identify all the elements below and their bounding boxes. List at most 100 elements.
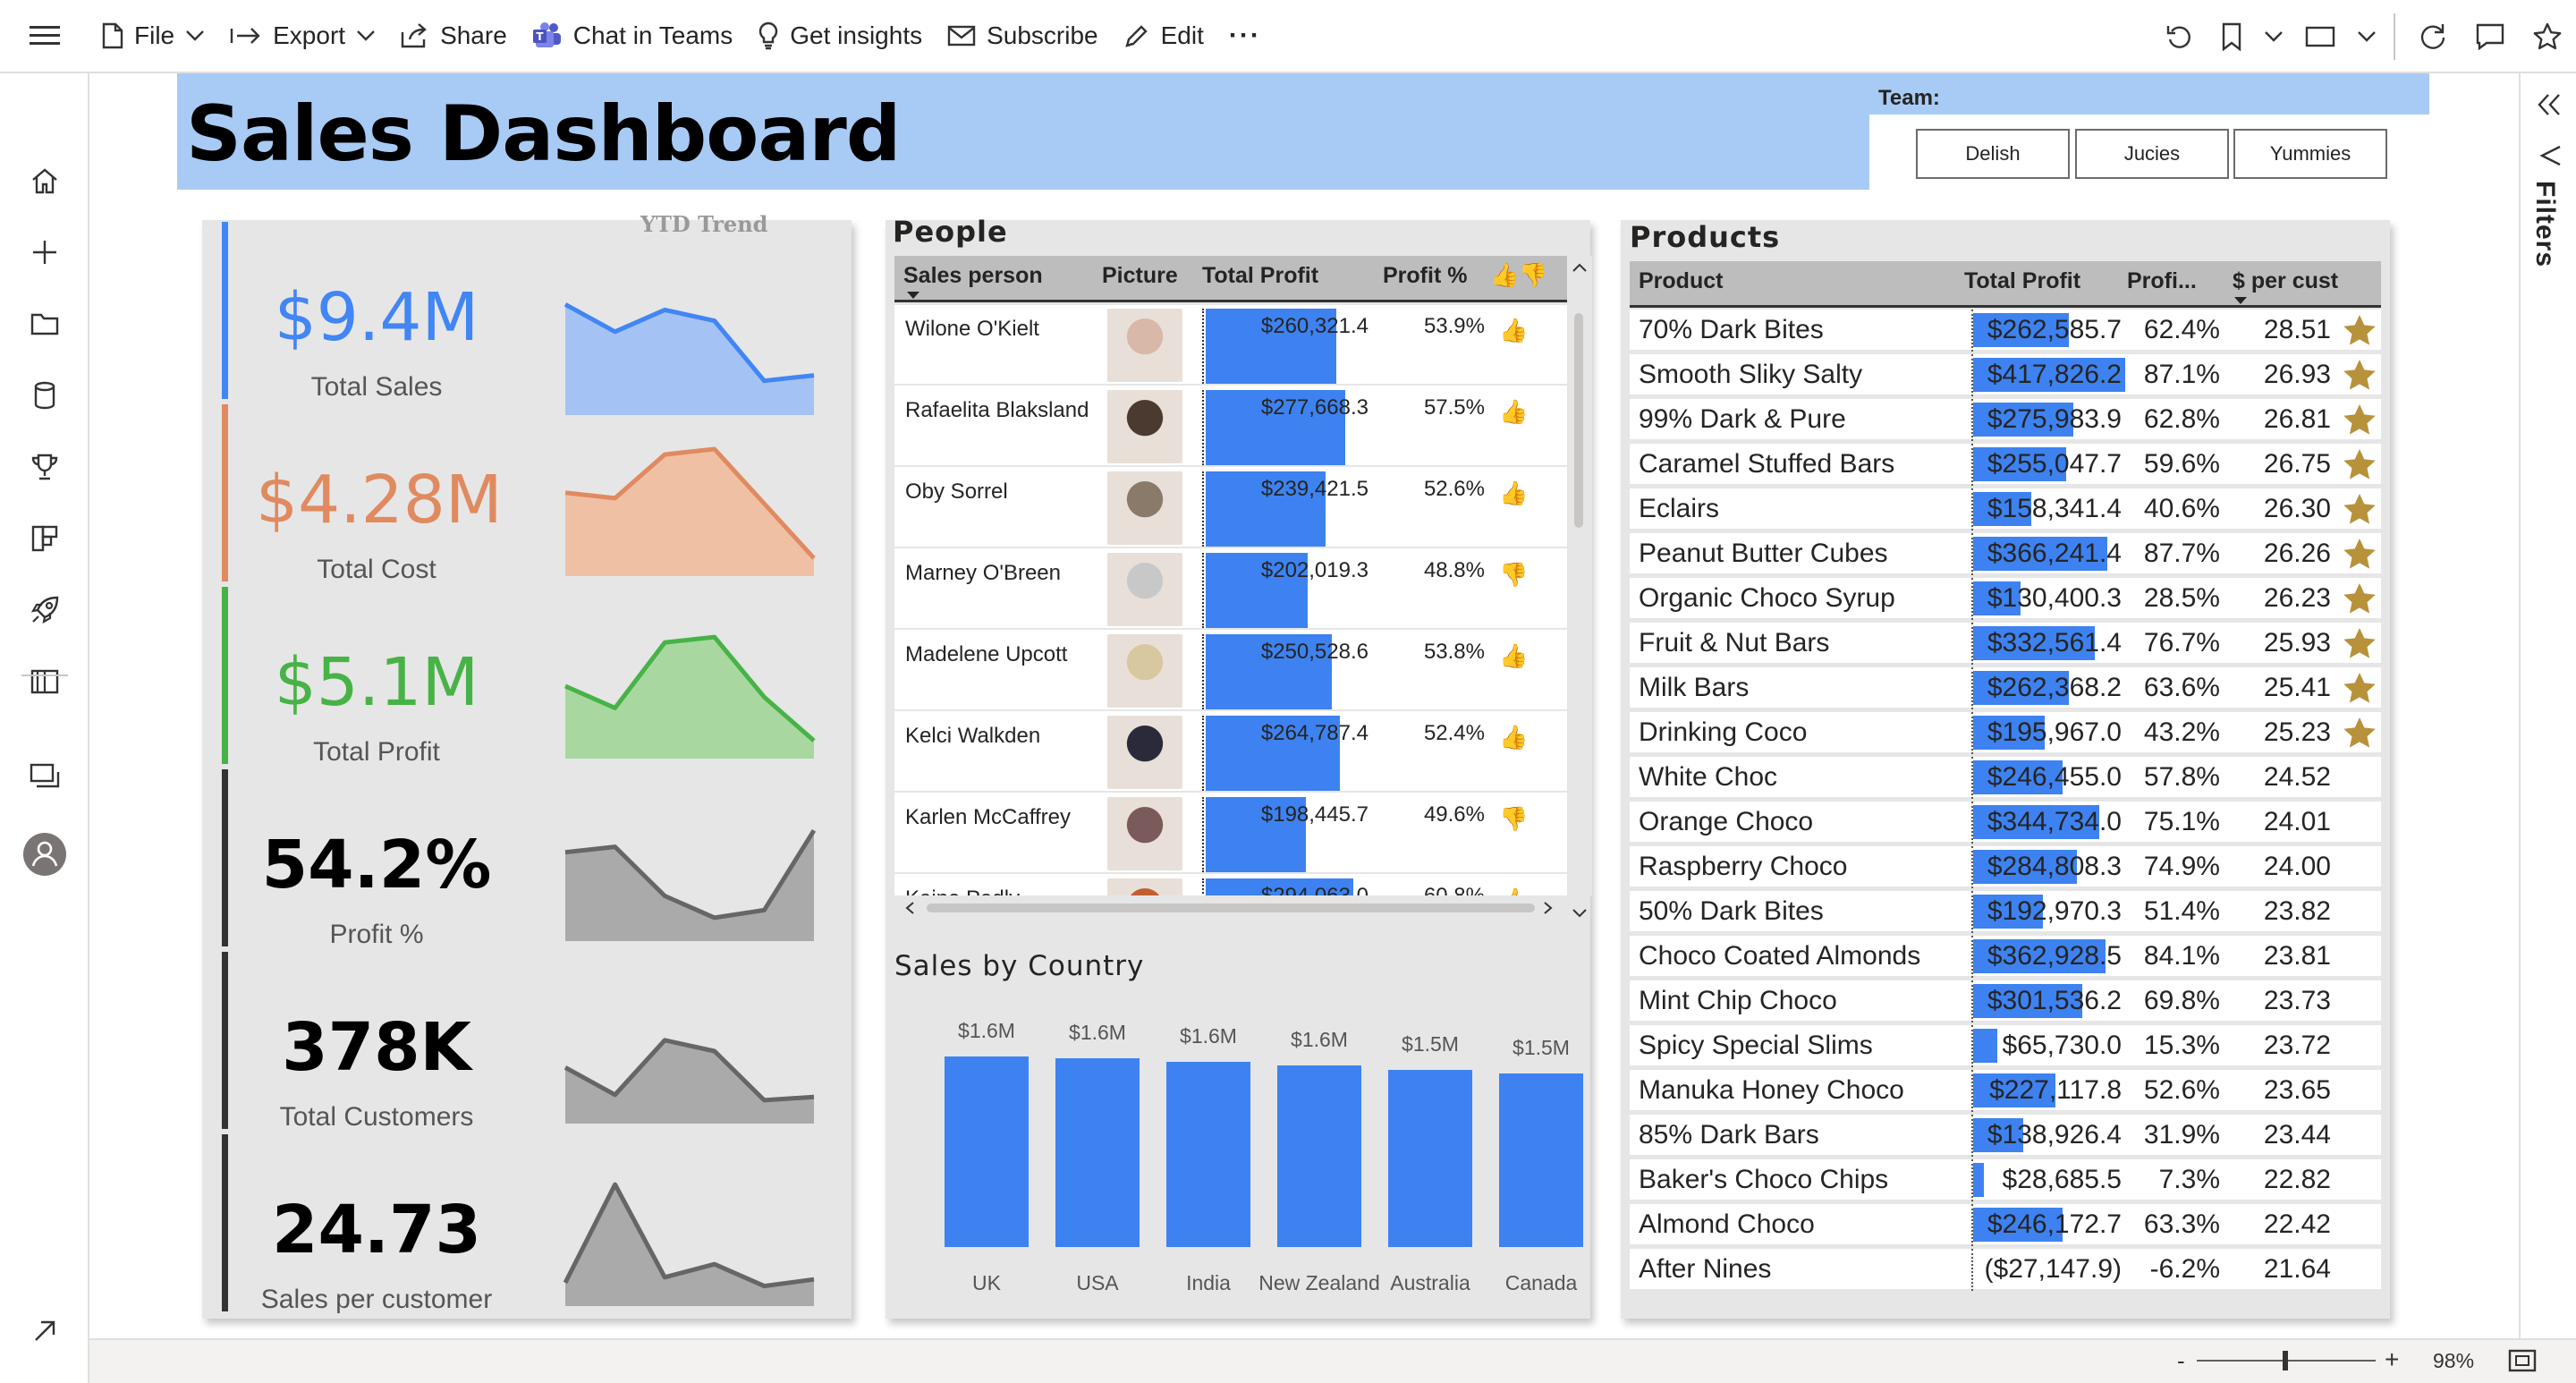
get-insights-button[interactable]: Get insights [745, 0, 935, 72]
country-bar[interactable] [1166, 1062, 1250, 1247]
people-row[interactable]: Rafaelita Blaksland $277,668.3 57.5% 👍 [894, 386, 1567, 467]
create-plus-icon[interactable] [0, 225, 89, 279]
product-row[interactable]: 85% Dark Bars $138,926.4 31.9% 23.44 [1630, 1115, 2381, 1157]
col-profit-pct[interactable]: Profit % [1383, 263, 1467, 289]
product-row[interactable]: Milk Bars $262,368.2 63.6% 25.41 [1630, 667, 2381, 709]
more-options-button[interactable]: ··· [1216, 0, 1274, 72]
total-profit-value: $344,734.0 [1987, 807, 2122, 836]
people-row[interactable]: Oby Sorrel $239,421.5 52.6% 👍 [894, 468, 1567, 548]
product-row[interactable]: Choco Coated Almonds $362,928.5 84.1% 23.81 [1630, 936, 2381, 978]
scroll-down-icon[interactable] [1572, 909, 1587, 918]
country-bar[interactable] [1499, 1073, 1583, 1247]
zoom-slider-thumb[interactable] [2283, 1351, 2288, 1370]
kpi-value: $5.1M [274, 644, 479, 721]
svg-text:T: T [536, 30, 544, 43]
zoom-in-button[interactable]: + [2385, 1345, 2399, 1374]
export-menu[interactable]: Export [217, 0, 388, 72]
fit-to-page-icon[interactable] [2508, 1349, 2537, 1372]
collapse-double-chevron-icon[interactable] [2537, 93, 2562, 116]
product-row[interactable]: Raspberry Choco $284,808.3 74.9% 24.00 [1630, 846, 2381, 888]
favorite-star-icon[interactable] [2519, 0, 2576, 73]
people-scroll-thumb[interactable] [1574, 313, 1583, 528]
country-bar[interactable] [1388, 1070, 1472, 1247]
product-row[interactable]: Mint Chip Choco $301,536.2 69.8% 23.73 [1630, 980, 2381, 1022]
product-row[interactable]: White Choc $246,455.0 57.8% 24.52 [1630, 757, 2381, 799]
product-row[interactable]: 50% Dark Bites $192,970.3 51.4% 23.82 [1630, 891, 2381, 933]
home-icon[interactable] [0, 154, 89, 208]
people-vertical-scrollbar[interactable] [1567, 256, 1592, 918]
product-row[interactable]: Caramel Stuffed Bars $255,047.7 59.6% 26.75 [1630, 444, 2381, 486]
share-button[interactable]: Share [388, 0, 520, 72]
kpi-label: Total Cost [317, 555, 436, 584]
team-button-jucies[interactable]: Jucies [2075, 129, 2229, 179]
people-horizontal-scrollbar[interactable] [894, 896, 1567, 918]
product-row[interactable]: Baker's Choco Chips $28,685.5 7.3% 22.82 [1630, 1159, 2381, 1201]
filters-label[interactable]: Filters [2529, 181, 2560, 267]
chat-in-teams-button[interactable]: T Chat in Teams [520, 0, 745, 72]
view-icon[interactable] [2292, 0, 2349, 73]
product-row[interactable]: 70% Dark Bites $262,585.7 62.4% 28.51 [1630, 310, 2381, 352]
team-button-delish[interactable]: Delish [1916, 129, 2070, 179]
hamburger-menu-icon[interactable] [0, 0, 89, 72]
team-button-yummies[interactable]: Yummies [2233, 129, 2387, 179]
country-bar[interactable] [1055, 1058, 1140, 1247]
col-total-profit[interactable]: Total Profit [1202, 263, 1318, 289]
product-row[interactable]: Peanut Butter Cubes $366,241.4 87.7% 26.26 [1630, 533, 2381, 575]
people-row[interactable]: Kaine Padly $294,063.0 60.8% 👍 [894, 875, 1567, 895]
people-row[interactable]: Marney O'Breen $202,019.3 48.8% 👎 [894, 549, 1567, 630]
people-row[interactable]: Madelene Upcott $250,528.6 53.8% 👍 [894, 631, 1567, 711]
product-row[interactable]: 99% Dark & Pure $275,983.9 62.8% 26.81 [1630, 399, 2381, 441]
col-product[interactable]: Product [1639, 268, 1723, 294]
per-customer-value: 28.51 [2263, 315, 2331, 344]
product-row[interactable]: After Nines ($27,147.9) -6.2% 21.64 [1630, 1249, 2381, 1291]
refresh-icon[interactable] [2404, 0, 2462, 73]
my-workspace-avatar-icon[interactable] [0, 823, 89, 886]
browse-folder-icon[interactable] [0, 297, 89, 351]
col-sales-person[interactable]: Sales person [903, 263, 1043, 289]
learn-book-icon[interactable] [0, 655, 89, 708]
people-row[interactable]: Wilone O'Kielt $260,321.4 53.9% 👍 [894, 305, 1567, 386]
deployment-rocket-icon[interactable] [0, 583, 89, 637]
people-hscroll-thumb[interactable] [927, 904, 1535, 912]
product-row[interactable]: Spicy Special Slims $65,730.0 15.3% 23.72 [1630, 1025, 2381, 1067]
product-row[interactable]: Fruit & Nut Bars $332,561.4 76.7% 25.93 [1630, 623, 2381, 665]
comment-icon[interactable] [2462, 0, 2519, 73]
product-row[interactable]: Organic Choco Syrup $130,400.3 28.5% 26.23 [1630, 578, 2381, 620]
scroll-up-icon[interactable] [1572, 263, 1587, 272]
zoom-out-button[interactable]: - [2177, 1347, 2185, 1375]
per-customer-value: 26.26 [2263, 539, 2331, 568]
person-picture [1107, 309, 1182, 382]
data-hub-icon[interactable] [0, 369, 89, 422]
product-name: Caramel Stuffed Bars [1639, 449, 1895, 479]
col-profit-pct[interactable]: Profi... [2127, 268, 2197, 294]
col-total-profit[interactable]: Total Profit [1964, 268, 2080, 294]
people-row[interactable]: Karlen McCaffrey $198,445.7 49.6% 👎 [894, 793, 1567, 874]
scroll-right-icon[interactable] [1544, 902, 1553, 914]
chevron-down-icon [357, 30, 375, 41]
reset-icon[interactable] [2150, 0, 2207, 73]
country-bar[interactable] [945, 1056, 1029, 1247]
scroll-left-icon[interactable] [905, 902, 914, 914]
product-row[interactable]: Almond Choco $246,172.7 63.3% 22.42 [1630, 1204, 2381, 1246]
product-row[interactable]: Drinking Coco $195,967.0 43.2% 25.23 [1630, 712, 2381, 754]
product-row[interactable]: Orange Choco $344,734.0 75.1% 24.01 [1630, 802, 2381, 844]
filter-funnel-icon[interactable] [2538, 145, 2562, 168]
col-picture[interactable]: Picture [1102, 263, 1178, 289]
people-row[interactable]: Kelci Walkden $264,787.4 52.4% 👍 [894, 712, 1567, 793]
goals-trophy-icon[interactable] [0, 440, 89, 494]
workspaces-icon[interactable] [0, 750, 89, 803]
profit-pct-value: 60.8% [1395, 884, 1485, 895]
col-per-cust[interactable]: $ per cust [2233, 268, 2338, 294]
file-menu[interactable]: File [89, 0, 217, 72]
product-row[interactable]: Manuka Honey Choco $227,117.8 52.6% 23.65 [1630, 1070, 2381, 1112]
apps-icon[interactable] [0, 512, 89, 565]
product-row[interactable]: Smooth Sliky Salty $417,826.2 87.1% 26.93 [1630, 354, 2381, 396]
edit-button[interactable]: Edit [1111, 0, 1216, 72]
country-bar[interactable] [1277, 1065, 1361, 1247]
product-row[interactable]: Eclairs $158,341.4 40.6% 26.30 [1630, 488, 2381, 530]
chevron-down-icon[interactable] [2349, 0, 2385, 73]
expand-arrow-icon[interactable] [0, 1304, 89, 1358]
subscribe-button[interactable]: Subscribe [935, 0, 1111, 72]
bookmark-icon[interactable] [2207, 0, 2256, 73]
chevron-down-icon[interactable] [2256, 0, 2292, 73]
